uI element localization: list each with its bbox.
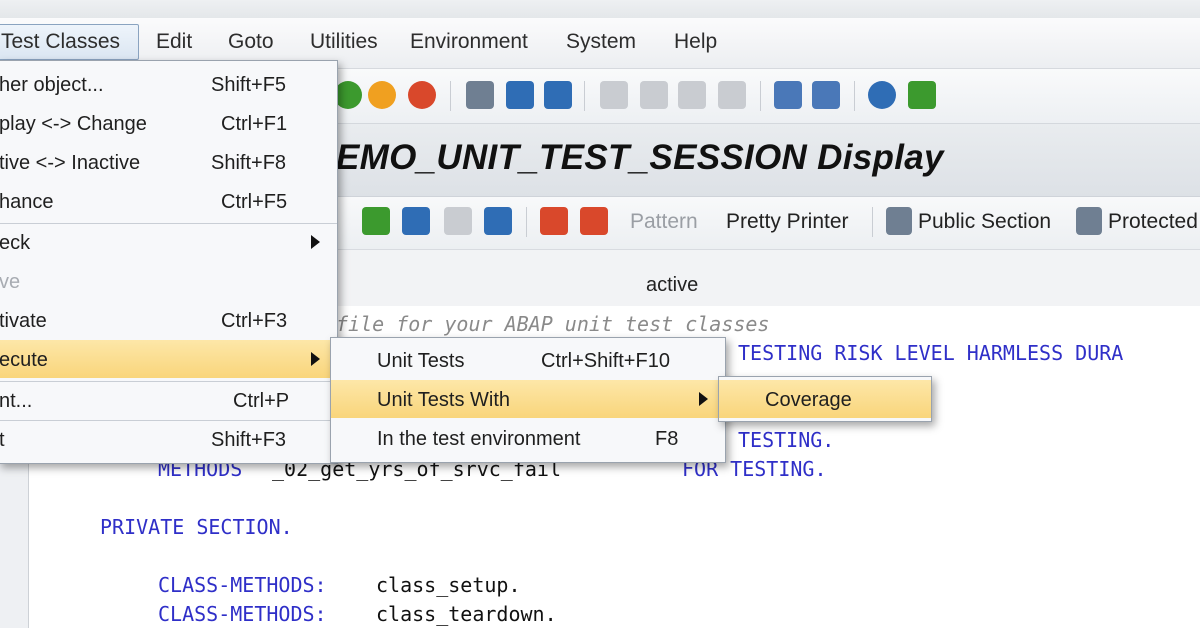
submenu-arrow-icon xyxy=(311,352,320,366)
window-icon[interactable] xyxy=(444,207,472,235)
code-class-methods-2: CLASS-METHODS: xyxy=(158,602,327,626)
toolbar-separator xyxy=(450,81,451,111)
menu-item-display-change[interactable]: play <-> Change Ctrl+F1 xyxy=(0,104,337,142)
customize-layout-icon[interactable] xyxy=(908,81,936,109)
status-text: active xyxy=(646,274,699,296)
menu-utilities[interactable]: Utilities xyxy=(310,30,378,54)
breakpoint-icon[interactable] xyxy=(540,207,568,235)
page-title: EMO_UNIT_TEST_SESSION Display xyxy=(336,138,944,177)
pattern-button[interactable]: Pattern xyxy=(630,210,698,234)
menu-item-execute[interactable]: ecute xyxy=(0,340,337,378)
menu-test-classes[interactable]: Test Classes xyxy=(0,24,140,60)
public-section-icon xyxy=(886,207,912,235)
menu-item-unit-tests-with[interactable]: Unit Tests With xyxy=(331,380,725,418)
menu-item-save: ve xyxy=(0,271,21,293)
menu-item-print[interactable]: nt... Ctrl+P xyxy=(0,381,337,419)
menu-item-other-object[interactable]: her object... Shift+F5 xyxy=(0,65,337,103)
public-section-button[interactable]: Public Section xyxy=(918,210,1051,234)
menu-environment[interactable]: Environment xyxy=(410,30,528,54)
code-class-teardown: class_teardown. xyxy=(376,602,557,626)
submenu-arrow-icon xyxy=(699,392,708,406)
window-top-strip xyxy=(0,0,1200,18)
menu-goto[interactable]: Goto xyxy=(228,30,274,54)
first-page-icon[interactable] xyxy=(600,81,628,109)
create-session-icon[interactable] xyxy=(774,81,802,109)
find-icon[interactable] xyxy=(506,81,534,109)
code-comment: file for your ABAP unit test classes xyxy=(336,312,770,336)
protected-section-button[interactable]: Protected xyxy=(1108,210,1198,234)
menu-item-coverage[interactable]: Coverage xyxy=(719,380,931,418)
execute-submenu: Unit Tests Ctrl+Shift+F10 Unit Tests Wit… xyxy=(330,337,726,463)
help-icon[interactable] xyxy=(868,81,896,109)
code-line-testing-risk: TESTING RISK LEVEL HARMLESS DURA xyxy=(738,341,1124,365)
exit-icon[interactable] xyxy=(334,81,362,109)
toolbar-separator xyxy=(526,207,527,237)
hierarchy-icon[interactable] xyxy=(362,207,390,235)
info-icon[interactable] xyxy=(484,207,512,235)
code-line-testing: TESTING. xyxy=(738,428,835,452)
toolbar-separator xyxy=(872,207,873,237)
print-icon[interactable] xyxy=(466,81,494,109)
menu-help[interactable]: Help xyxy=(674,30,717,54)
pretty-printer-button[interactable]: Pretty Printer xyxy=(726,210,849,234)
last-page-icon[interactable] xyxy=(718,81,746,109)
code-private-section: PRIVATE SECTION. xyxy=(100,515,293,539)
toolbar-separator xyxy=(854,81,855,111)
outline-icon[interactable] xyxy=(402,207,430,235)
submenu-arrow-icon xyxy=(311,235,320,249)
find-next-icon[interactable] xyxy=(544,81,572,109)
toolbar-separator xyxy=(760,81,761,111)
menu-item-active-inactive[interactable]: tive <-> Inactive Shift+F8 xyxy=(0,143,337,181)
menu-item-unit-tests[interactable]: Unit Tests Ctrl+Shift+F10 xyxy=(331,341,725,379)
menu-edit[interactable]: Edit xyxy=(156,30,192,54)
menu-item-exit[interactable]: t Shift+F3 xyxy=(0,420,337,458)
menu-item-test-environment[interactable]: In the test environment F8 xyxy=(331,419,725,457)
protected-section-icon xyxy=(1076,207,1102,235)
menu-item-enhance[interactable]: hance Ctrl+F5 xyxy=(0,182,337,220)
session-breakpoint-icon[interactable] xyxy=(580,207,608,235)
menu-system[interactable]: System xyxy=(566,30,636,54)
test-classes-menu: her object... Shift+F5 play <-> Change C… xyxy=(0,60,338,464)
cancel-icon[interactable] xyxy=(408,81,436,109)
code-class-methods-1: CLASS-METHODS: xyxy=(158,573,327,597)
shortcut-icon[interactable] xyxy=(812,81,840,109)
next-page-icon[interactable] xyxy=(678,81,706,109)
favorites-icon[interactable] xyxy=(368,81,396,109)
toolbar-separator xyxy=(584,81,585,111)
previous-page-icon[interactable] xyxy=(640,81,668,109)
menu-item-check[interactable]: eck xyxy=(0,223,337,261)
menu-item-activate[interactable]: tivate Ctrl+F3 xyxy=(0,301,337,339)
unit-tests-with-submenu: Coverage xyxy=(718,376,932,422)
code-class-setup: class_setup. xyxy=(376,573,521,597)
